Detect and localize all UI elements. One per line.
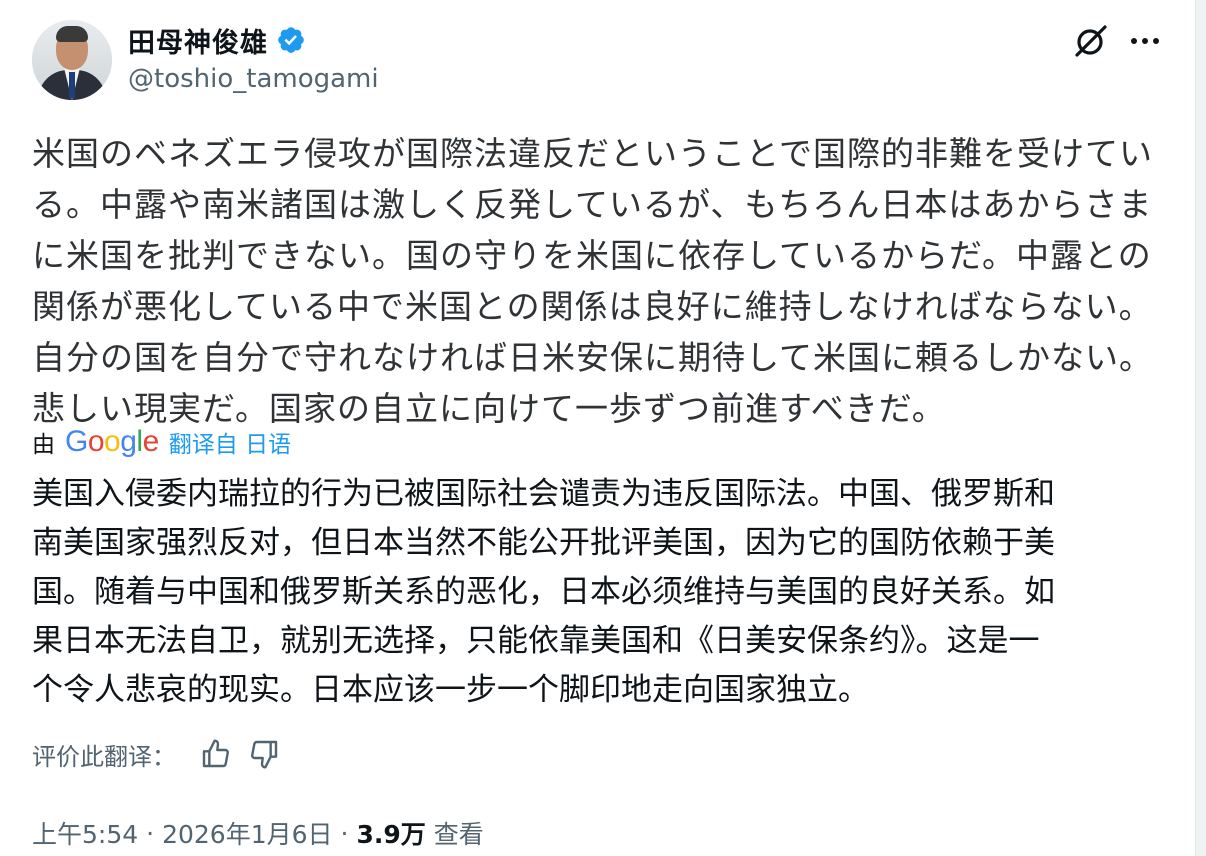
verified-badge-icon[interactable]: [276, 25, 306, 55]
tweet-date[interactable]: 2026年1月6日: [162, 815, 332, 851]
meta-separator: ·: [340, 818, 349, 848]
google-logo: Google: [65, 425, 159, 458]
author-handle[interactable]: @toshio_tamogami: [128, 64, 379, 94]
translation-attribution: 由 Google 翻译自 日语: [32, 422, 291, 462]
tweet-original-text: 米国のベネズエラ侵攻が国際法違反だということで国際的非難を受けてい る。中露や南…: [32, 134, 1154, 428]
right-scroll-divider: [1195, 0, 1206, 856]
more-options-icon[interactable]: [1126, 22, 1164, 60]
translated-from-link[interactable]: 翻译自 日语: [169, 425, 291, 459]
grok-icon[interactable]: [1072, 22, 1110, 60]
author-name-row: 田母神俊雄: [128, 20, 306, 60]
meta-separator: ·: [146, 818, 155, 848]
thumbs-down-icon[interactable]: [248, 738, 280, 770]
tweet-time[interactable]: 上午5:54: [32, 815, 138, 851]
translation-by-label: 由: [32, 432, 55, 458]
rate-translation-label: 评价此翻译：: [32, 742, 176, 771]
rate-translation-row: 评价此翻译：: [32, 734, 280, 774]
avatar[interactable]: [32, 20, 112, 100]
thumbs-up-icon[interactable]: [200, 738, 232, 770]
tweet-meta-row: 上午5:54 · 2026年1月6日 · 3.9万 查看: [32, 813, 484, 853]
tweet-translated-text: 美国入侵委内瑞拉的行为已被国际社会谴责为违反国际法。中国、俄罗斯和 南美国家强烈…: [32, 476, 1055, 708]
author-name[interactable]: 田母神俊雄: [128, 21, 268, 60]
views-label: 查看: [433, 820, 484, 849]
views-count: 3.9万: [356, 820, 426, 849]
